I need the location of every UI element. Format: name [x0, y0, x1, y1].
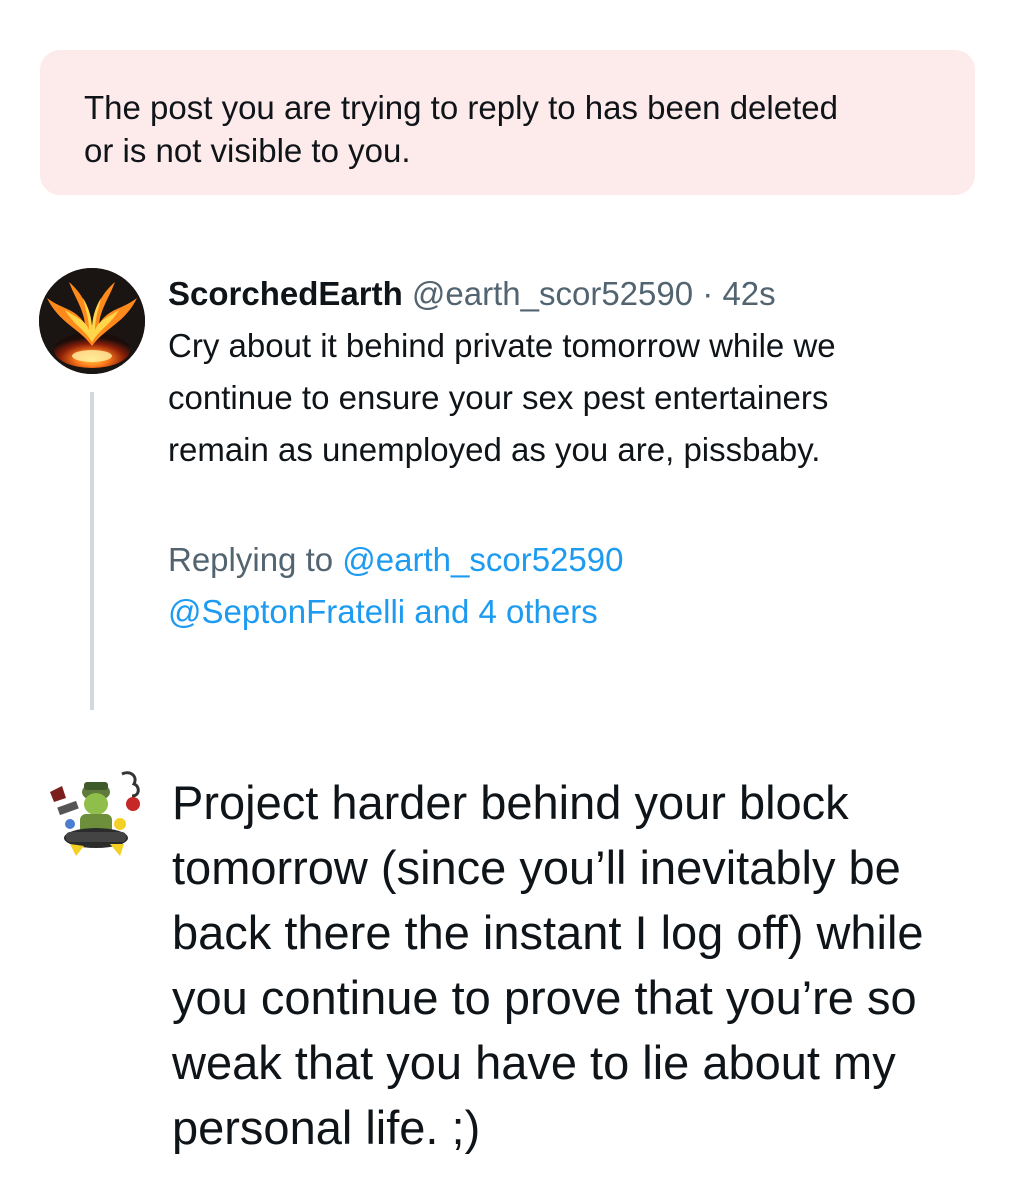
reply-author-avatar[interactable]: [40, 752, 150, 862]
character-avatar-icon: [40, 752, 150, 862]
tweet-header: ScorchedEarth @earth_scor52590 · 42s: [168, 270, 968, 318]
replying-to: Replying to @earth_scor52590 @SeptonFrat…: [168, 534, 968, 638]
display-name[interactable]: ScorchedEarth: [168, 275, 403, 312]
user-handle[interactable]: @earth_scor52590: [412, 275, 693, 312]
reply-draft-text[interactable]: Project harder behind your block tomorro…: [172, 770, 992, 1160]
phoenix-avatar-icon: [39, 268, 145, 374]
notice-text: The post you are trying to reply to has …: [84, 89, 838, 169]
deleted-post-notice: The post you are trying to reply to has …: [40, 50, 975, 195]
tweet-text: Cry about it behind private tomorrow whi…: [168, 327, 836, 468]
thread-connector-line: [90, 392, 94, 710]
parent-tweet-avatar[interactable]: [39, 268, 145, 374]
replying-to-others-link[interactable]: @SeptonFratelli and 4 others: [168, 593, 598, 630]
tweet-timestamp[interactable]: 42s: [722, 275, 775, 312]
replying-to-label: Replying to: [168, 541, 334, 578]
parent-tweet: ScorchedEarth @earth_scor52590 · 42s Cry…: [168, 270, 968, 638]
header-separator: ·: [702, 275, 714, 312]
replying-to-handle-link[interactable]: @earth_scor52590: [342, 541, 623, 578]
